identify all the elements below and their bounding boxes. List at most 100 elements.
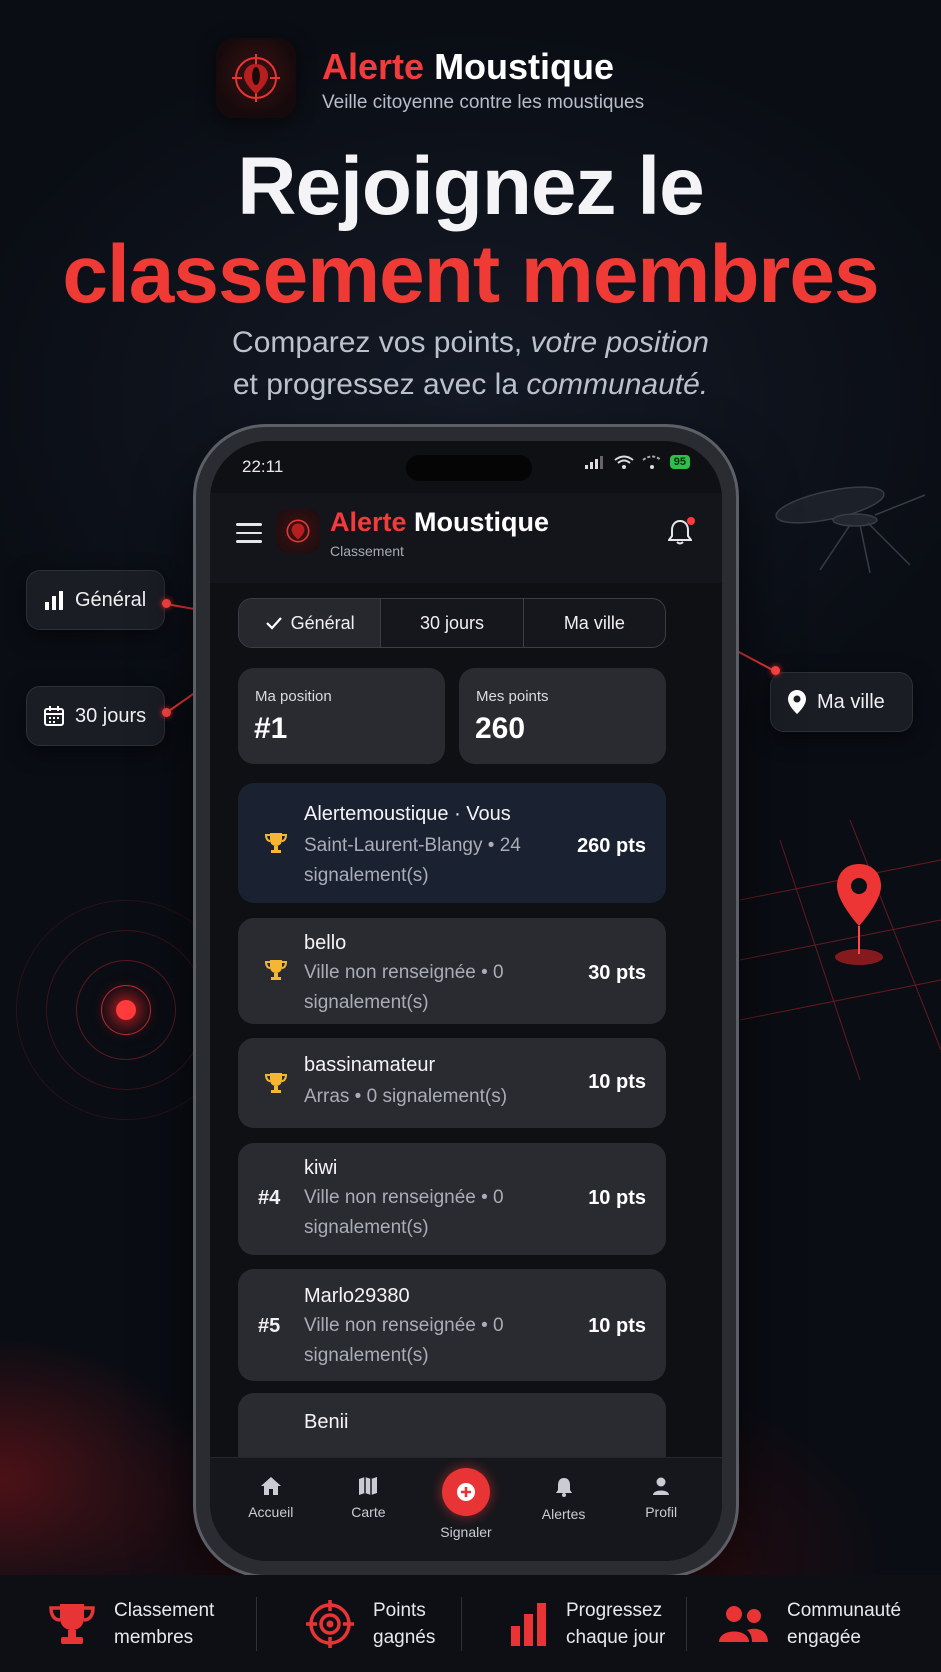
member-meta: Ville non renseignée • 0 signalement(s) (304, 962, 504, 1013)
battery-indicator: 95 (669, 455, 690, 469)
map-icon (359, 1477, 378, 1495)
connector-dot (771, 666, 780, 675)
phone-mockup: 22:11 95 Alerte Moustique Classement Gén… (196, 427, 736, 1575)
calendar-icon (44, 706, 64, 726)
mosquito-target-icon (286, 519, 310, 543)
app-logo (216, 38, 296, 118)
nav-profile[interactable]: Profil (618, 1458, 704, 1561)
nav-alerts[interactable]: Alertes (521, 1458, 607, 1561)
dynamic-island (406, 455, 532, 481)
callout-30-days-label: 30 jours (75, 704, 147, 727)
bar-chart-icon (45, 591, 63, 610)
bar-chart-icon (511, 1602, 546, 1646)
nav-home-label: Accueil (248, 1504, 294, 1520)
nav-alerts-label: Alertes (541, 1506, 586, 1522)
member-points: 30 pts (588, 962, 646, 984)
status-time: 22:11 (242, 457, 284, 476)
tab-my-city[interactable]: Ma ville (524, 599, 665, 647)
member-name: Benii (304, 1411, 349, 1433)
target-icon (306, 1599, 354, 1648)
callout-general-label: Général (75, 588, 147, 611)
ranking-row[interactable]: #5 Marlo29380 Ville non renseignée • 0 s… (238, 1269, 666, 1381)
status-icons: 95 (584, 455, 690, 469)
location-pin-icon (835, 864, 883, 965)
plus-circle-icon (441, 1468, 490, 1516)
ranking-row[interactable]: bassinamateur Arras • 0 signalement(s) 1… (238, 1038, 666, 1128)
app-header: Alerte Moustique Veille citoyenne contre… (216, 38, 736, 118)
connector-dot (162, 708, 171, 717)
subheadline-line2: et progressez avec la communauté. (232, 368, 709, 401)
trophy-icon (264, 1073, 288, 1093)
tab-general-label: Général (290, 612, 355, 633)
checkmark-icon (265, 617, 282, 630)
nav-profile-label: Profil (645, 1504, 678, 1520)
nav-report[interactable]: Signaler (423, 1458, 509, 1561)
feature-community: Communauté engagée (687, 1575, 941, 1672)
phone-screen: 22:11 95 Alerte Moustique Classement Gén… (210, 441, 722, 1561)
headline-line2: classement membres (62, 229, 879, 320)
feature-progress-text: Progressez chaque jour (566, 1599, 666, 1648)
app-subtitle: Classement (330, 543, 404, 559)
location-pin-icon (788, 690, 806, 714)
person-icon (653, 1477, 670, 1495)
feature-community-text: Communauté engagée (787, 1599, 902, 1648)
member-meta: Ville non renseignée • 0 signalement(s) (304, 1315, 504, 1366)
home-icon (260, 1477, 281, 1495)
feature-ranking: Classement membres (0, 1575, 256, 1672)
subheadline-line1: Comparez vos points, votre position (232, 326, 709, 359)
feature-points-text: Points gagnés (373, 1599, 436, 1648)
member-name: Marlo29380 (304, 1285, 410, 1307)
app-tagline: Veille citoyenne contre les moustiques (322, 92, 645, 113)
member-points: 10 pts (588, 1071, 646, 1093)
app-logo-small (276, 509, 320, 553)
bell-icon (555, 1478, 572, 1497)
notifications-bell-icon[interactable] (667, 517, 695, 550)
callout-city-label: Ma ville (817, 690, 885, 713)
nav-report-label: Signaler (440, 1524, 492, 1540)
people-icon (719, 1605, 768, 1642)
hotspot-icon (642, 455, 662, 469)
app-topbar: Alerte Moustique Classement (210, 493, 722, 583)
features-bar: Classement membres Points gagnés Progresse… (0, 1575, 941, 1672)
member-name: Alertemoustique · Vous (304, 803, 511, 825)
nav-map-label: Carte (351, 1504, 386, 1520)
ranking-row[interactable]: #4 kiwi Ville non renseignée • 0 signale… (238, 1143, 666, 1255)
member-meta: Ville non renseignée • 0 signalement(s) (304, 1187, 504, 1238)
feature-ranking-text: Classement membres (114, 1599, 215, 1648)
trophy-icon (49, 1603, 95, 1644)
member-points: 10 pts (588, 1187, 646, 1209)
member-meta: Arras • 0 signalement(s) (304, 1086, 508, 1107)
my-position-card: Ma position #1 (238, 668, 445, 764)
trophy-icon (264, 833, 288, 853)
bottom-navigation: Accueil Carte Signaler Alertes Profil (210, 1457, 722, 1561)
mosquito-target-icon (232, 54, 280, 102)
callout-general: Général (26, 570, 165, 630)
nav-map[interactable]: Carte (325, 1458, 411, 1561)
signal-icon (584, 456, 603, 469)
tab-30-days-label: 30 jours (419, 612, 485, 633)
hamburger-menu-icon[interactable] (236, 523, 262, 545)
ranking-tabs: Général 30 jours Ma ville (238, 598, 666, 648)
tab-30-days[interactable]: 30 jours (381, 599, 524, 647)
mosquito-icon (775, 486, 926, 574)
connector-dot (162, 599, 171, 608)
notification-badge (687, 517, 695, 525)
ranking-row[interactable]: Alertemoustique · Vous Saint-Laurent-Bla… (238, 783, 666, 903)
app-name: Alerte Moustique (322, 46, 615, 87)
my-points-card: Mes points 260 (459, 668, 666, 764)
headline-line1: Rejoignez le (237, 141, 704, 232)
tab-general[interactable]: Général (239, 599, 382, 647)
app-title: Alerte Moustique (330, 507, 550, 537)
feature-points: Points gagnés (257, 1575, 461, 1672)
my-points-label: Mes points (476, 688, 549, 705)
member-rank: #4 (258, 1187, 281, 1209)
nav-home[interactable]: Accueil (228, 1458, 314, 1561)
ranking-row[interactable]: bello Ville non renseignée • 0 signaleme… (238, 918, 666, 1024)
my-position-label: Ma position (255, 688, 332, 705)
member-rank: #5 (258, 1315, 281, 1337)
tab-my-city-label: Ma ville (563, 612, 625, 633)
my-position-value: #1 (254, 712, 288, 745)
member-points: 10 pts (588, 1315, 646, 1337)
callout-city: Ma ville (770, 672, 913, 732)
feature-progress: Progressez chaque jour (462, 1575, 686, 1672)
